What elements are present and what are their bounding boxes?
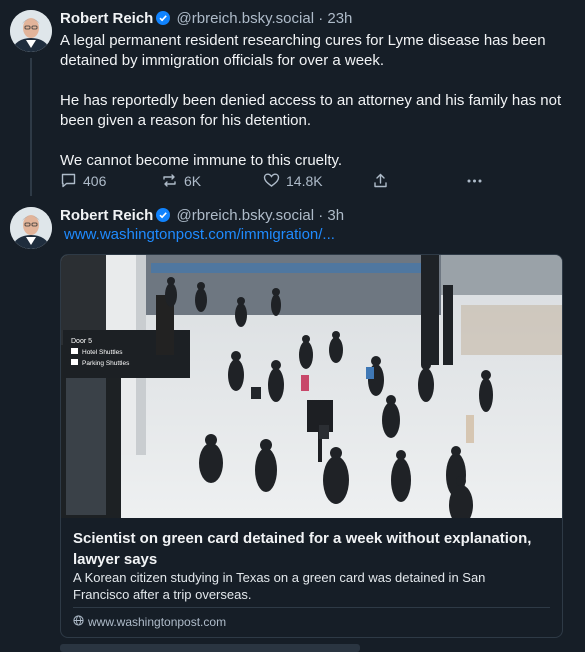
- verified-icon: [156, 208, 171, 226]
- author-handle[interactable]: @rbreich.bsky.social: [177, 10, 315, 27]
- card-divider: [73, 607, 550, 608]
- post-header: Robert Reich @rbreich.bsky.social · 3h: [60, 207, 344, 226]
- repost-button[interactable]: 6K: [161, 172, 201, 189]
- card-image: Door 5 Hotel Shuttles Parking Shuttles: [61, 255, 562, 525]
- post-time[interactable]: 23h: [327, 10, 352, 27]
- post-text: A legal permanent resident researching c…: [60, 31, 570, 171]
- sign-line-3: Parking Shuttles: [82, 360, 130, 367]
- more-icon: [466, 172, 483, 189]
- author-name[interactable]: Robert Reich: [60, 10, 153, 27]
- reply-count: 406: [83, 172, 107, 189]
- share-button[interactable]: [372, 172, 389, 189]
- like-button[interactable]: 14.8K: [263, 172, 323, 189]
- post-paragraph: A legal permanent resident researching c…: [60, 32, 546, 69]
- reply-icon: [60, 172, 77, 189]
- next-post-peek: [60, 644, 360, 652]
- separator-dot: ·: [314, 10, 328, 27]
- verified-icon: [156, 11, 171, 29]
- like-icon: [263, 172, 280, 189]
- link-card[interactable]: Door 5 Hotel Shuttles Parking Shuttles S…: [60, 254, 563, 638]
- reply-button[interactable]: 406: [60, 172, 106, 189]
- avatar[interactable]: [10, 207, 52, 249]
- card-domain-text: www.washingtonpost.com: [88, 615, 227, 629]
- globe-icon: [73, 615, 84, 629]
- sign-line-2: Hotel Shuttles: [82, 349, 123, 356]
- sign-line-1: Door 5: [71, 338, 92, 345]
- card-title[interactable]: Scientist on green card detained for a w…: [73, 528, 543, 570]
- card-domain: www.washingtonpost.com: [73, 615, 226, 629]
- author-name[interactable]: Robert Reich: [60, 207, 153, 224]
- like-count: 14.8K: [286, 172, 323, 189]
- repost-count: 6K: [184, 172, 202, 189]
- repost-icon: [161, 172, 178, 189]
- more-button[interactable]: [466, 172, 483, 189]
- card-description: A Korean citizen studying in Texas on a …: [73, 570, 486, 602]
- post-time[interactable]: 3h: [327, 207, 344, 224]
- post-paragraph: He has reportedly been denied access to …: [60, 92, 562, 129]
- avatar[interactable]: [10, 10, 52, 52]
- post-link[interactable]: www.washingtonpost.com/immigration/...: [64, 226, 335, 243]
- author-handle[interactable]: @rbreich.bsky.social: [177, 207, 315, 224]
- post-paragraph: We cannot become immune to this cruelty.: [60, 152, 343, 169]
- post-actions: 406 6K 14.8K: [60, 172, 500, 192]
- thread-line: [30, 58, 32, 196]
- separator-dot: ·: [314, 207, 328, 224]
- post-header: Robert Reich @rbreich.bsky.social · 23h: [60, 10, 352, 29]
- share-icon: [372, 172, 389, 189]
